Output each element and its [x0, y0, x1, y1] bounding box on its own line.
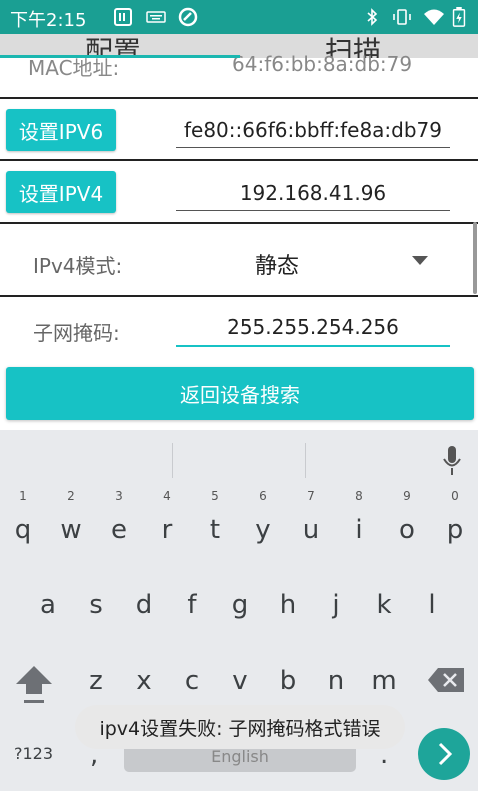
- error-toast: ipv4设置失败: 子网掩码格式错误: [75, 705, 405, 749]
- key-u[interactable]: 7u: [291, 489, 331, 555]
- key-label: p: [446, 515, 464, 545]
- set-ipv4-button[interactable]: 设置IPV4: [6, 171, 116, 213]
- key-n[interactable]: n: [316, 656, 356, 706]
- key-w[interactable]: 2w: [51, 489, 91, 555]
- sync-icon: [178, 7, 198, 27]
- key-v[interactable]: v: [220, 656, 260, 706]
- key-m[interactable]: m: [364, 656, 404, 706]
- dropdown-arrow-icon[interactable]: [412, 256, 428, 265]
- key-label: q: [14, 515, 32, 545]
- return-device-search-button[interactable]: 返回设备搜索: [6, 367, 474, 420]
- key-q[interactable]: 1q: [3, 489, 43, 555]
- backspace-icon[interactable]: [428, 668, 464, 692]
- key-label: w: [60, 515, 82, 545]
- key-k[interactable]: k: [364, 580, 404, 630]
- microphone-icon[interactable]: [442, 446, 462, 476]
- key-label: c: [184, 666, 200, 696]
- key-label: m: [371, 666, 397, 696]
- key-label: y: [255, 515, 271, 545]
- key-label: b: [279, 666, 297, 696]
- battery-icon: [452, 7, 466, 27]
- status-time: 下午2:15: [10, 10, 87, 31]
- key-g[interactable]: g: [220, 580, 260, 630]
- key-hint: 0: [451, 489, 459, 503]
- divider: [0, 97, 478, 99]
- key-label: u: [302, 515, 320, 545]
- key-b[interactable]: b: [268, 656, 308, 706]
- key-label: v: [232, 666, 248, 696]
- key-hint: 4: [163, 489, 171, 503]
- sim-card-icon: [114, 8, 132, 26]
- subnet-input[interactable]: 255.255.254.256: [176, 315, 450, 347]
- key-i[interactable]: 8i: [339, 489, 379, 555]
- vibrate-icon: [393, 9, 411, 25]
- key-d[interactable]: d: [124, 580, 164, 630]
- key-label: f: [187, 590, 197, 620]
- mac-row: MAC地址: 64:f6:bb:8a:db:79: [0, 52, 478, 98]
- key-hint: 3: [115, 489, 123, 503]
- status-bar: 下午2:15: [0, 0, 478, 34]
- suggestion-divider: [172, 443, 173, 478]
- key-label: h: [279, 590, 297, 620]
- key-label: l: [428, 590, 436, 620]
- chevron-right-icon: [438, 742, 453, 766]
- key-x[interactable]: x: [124, 656, 164, 706]
- key-label: i: [355, 515, 363, 545]
- key-label: o: [399, 515, 415, 545]
- key-label: z: [89, 666, 103, 696]
- key-z[interactable]: z: [76, 656, 116, 706]
- scrollbar[interactable]: [473, 222, 477, 294]
- ipv4-input[interactable]: 192.168.41.96: [176, 181, 450, 211]
- key-t[interactable]: 5t: [195, 489, 235, 555]
- key-label: r: [161, 515, 173, 545]
- tab-indicator: [0, 55, 240, 58]
- wifi-icon: [424, 9, 444, 25]
- key-hint: 8: [355, 489, 363, 503]
- key-l[interactable]: l: [412, 580, 452, 630]
- key-label: x: [136, 666, 152, 696]
- key-label: a: [40, 590, 56, 620]
- key-hint: 7: [307, 489, 315, 503]
- key-hint: 9: [403, 489, 411, 503]
- key-r[interactable]: 4r: [147, 489, 187, 555]
- ipv4-mode-select[interactable]: 静态: [255, 248, 299, 280]
- key-label: n: [327, 666, 345, 696]
- key-label: k: [376, 590, 392, 620]
- key-c[interactable]: c: [172, 656, 212, 706]
- keyboard-icon: [146, 11, 166, 23]
- key-label: s: [89, 590, 103, 620]
- enter-button[interactable]: [418, 728, 470, 780]
- key-f[interactable]: f: [172, 580, 212, 630]
- suggestion-divider: [305, 443, 306, 478]
- key-p[interactable]: 0p: [435, 489, 475, 555]
- ipv6-input[interactable]: fe80::66f6:bbff:fe8a:db79: [176, 118, 450, 148]
- subnet-label: 子网掩码:: [33, 321, 120, 345]
- key-label: d: [135, 590, 153, 620]
- key-hint: 6: [259, 489, 267, 503]
- key-label: g: [231, 590, 249, 620]
- symbols-key[interactable]: ?123: [14, 744, 53, 763]
- divider: [0, 159, 478, 161]
- key-e[interactable]: 3e: [99, 489, 139, 555]
- set-ipv6-button[interactable]: 设置IPV6: [6, 109, 116, 151]
- key-h[interactable]: h: [268, 580, 308, 630]
- key-label: t: [209, 515, 221, 545]
- key-hint: 1: [19, 489, 27, 503]
- ipv4-mode-label: IPv4模式:: [33, 254, 123, 278]
- key-label: e: [111, 515, 127, 545]
- key-a[interactable]: a: [28, 580, 68, 630]
- bluetooth-icon: [367, 8, 378, 26]
- key-hint: 2: [67, 489, 75, 503]
- key-y[interactable]: 6y: [243, 489, 283, 555]
- mac-value: 64:f6:bb:8a:db:79: [232, 52, 413, 76]
- shift-icon[interactable]: [16, 666, 52, 706]
- key-o[interactable]: 9o: [387, 489, 427, 555]
- key-j[interactable]: j: [316, 580, 356, 630]
- key-hint: 5: [211, 489, 219, 503]
- divider: [0, 295, 478, 297]
- key-s[interactable]: s: [76, 580, 116, 630]
- key-label: j: [332, 590, 340, 620]
- divider: [0, 222, 478, 224]
